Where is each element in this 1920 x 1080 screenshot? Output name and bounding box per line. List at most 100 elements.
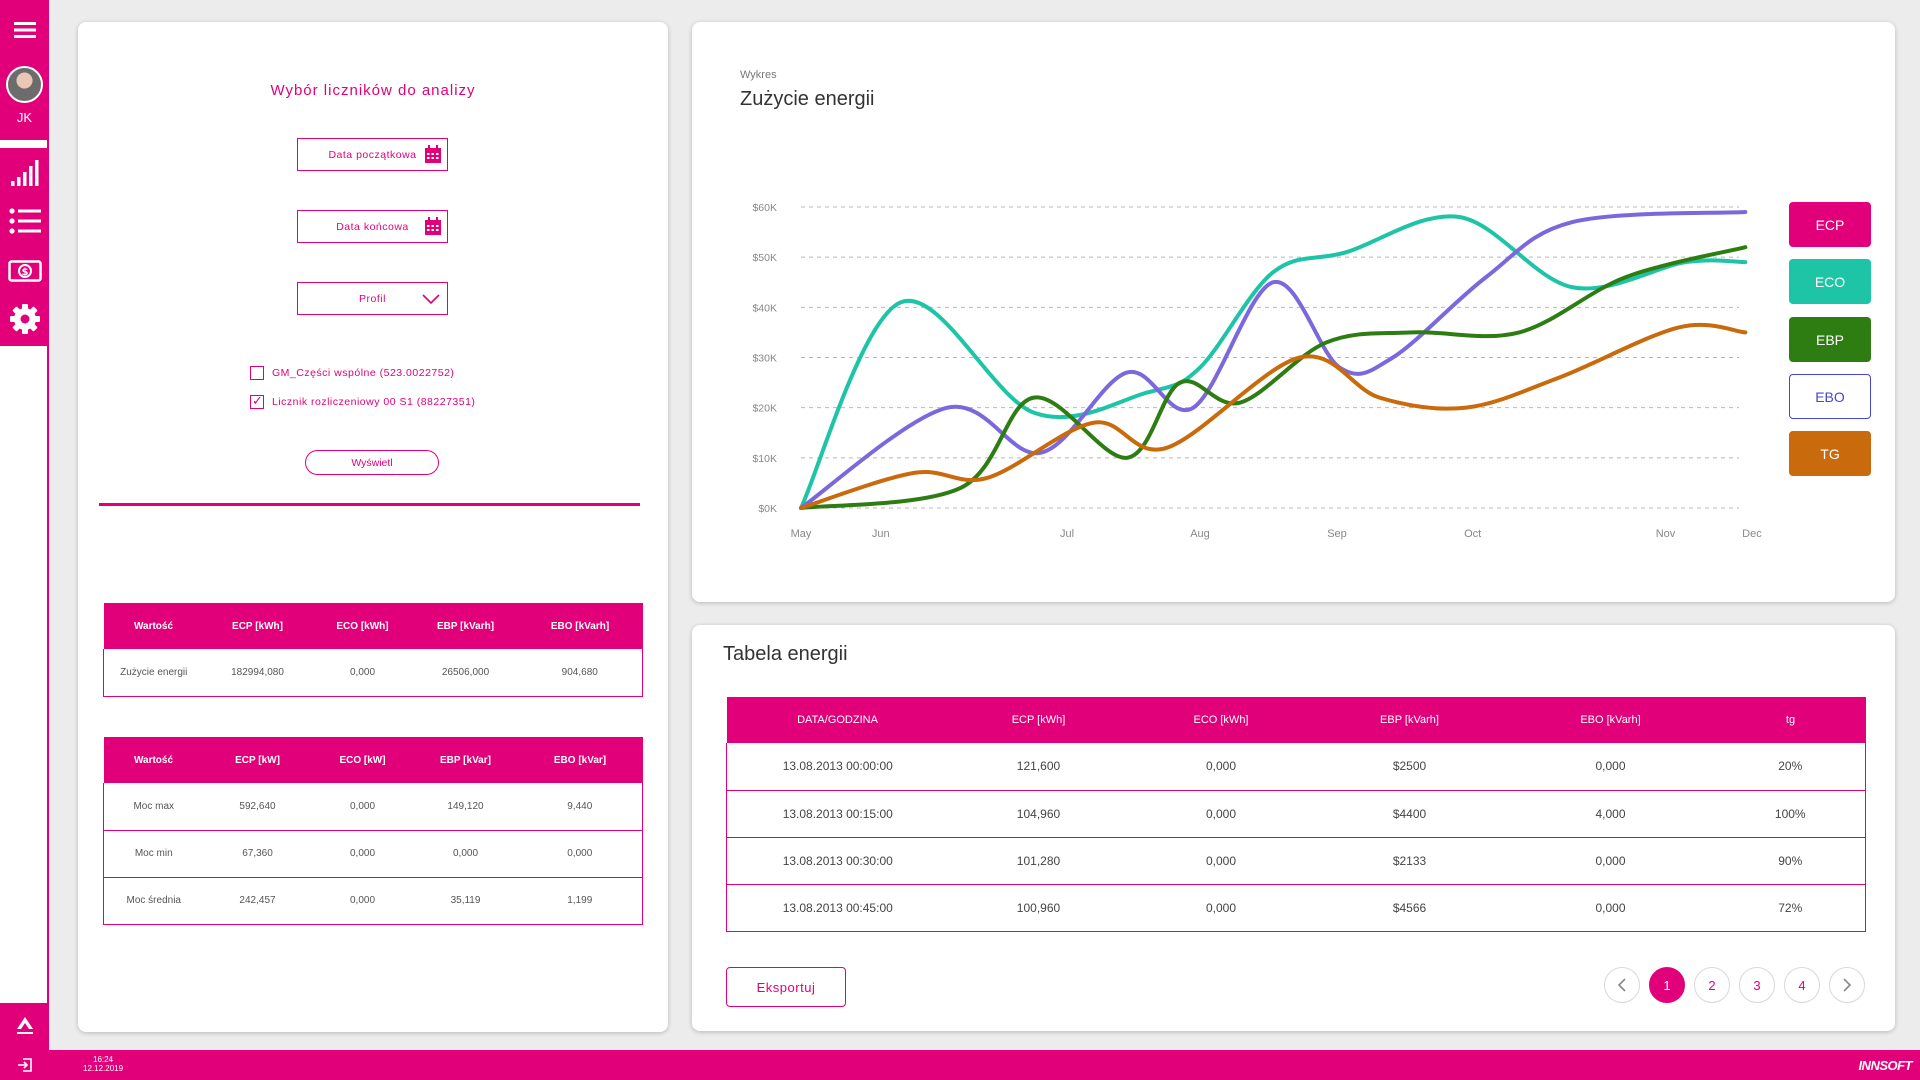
table-header-row: DATA/GODZINA ECP [kWh] ECO [kWh] EBP [kV… (726, 697, 1866, 743)
divider (99, 503, 640, 506)
panel-title: Wybór liczników do analizy (270, 82, 476, 99)
money-icon[interactable]: $ (0, 250, 49, 292)
column-header: ECO [kWh] (1128, 697, 1314, 743)
table-cell: 121,600 (948, 743, 1129, 791)
user-initials: JK (16, 110, 33, 125)
page-button-1[interactable]: 1 (1649, 967, 1685, 1003)
table-cell: 0,000 (517, 830, 643, 878)
meter-option-1[interactable]: GM_Części wspólne (523.0022752) (250, 366, 454, 380)
column-header: ECO [kW] (311, 737, 414, 783)
next-page-button[interactable] (1829, 967, 1865, 1003)
table-cell: 9,440 (517, 783, 643, 831)
y-tick-label: $0K (758, 503, 777, 515)
end-date-placeholder: Data końcowa (336, 220, 409, 233)
list-icon[interactable] (0, 200, 49, 242)
table-cell: 104,960 (948, 790, 1129, 838)
table-cell: 13.08.2013 00:45:00 (726, 884, 949, 932)
clock-time: 16:24 (93, 1055, 114, 1064)
legend-ebp-button[interactable]: EBP (1789, 317, 1871, 362)
column-header: EBO [kVarh] (1505, 697, 1716, 743)
page-button-2[interactable]: 2 (1694, 967, 1730, 1003)
meter-label-1: GM_Części wspólne (523.0022752) (272, 367, 455, 379)
column-header: ECP [kWh] (948, 697, 1129, 743)
show-button[interactable]: Wyświetl (305, 450, 439, 475)
logout-icon[interactable] (17, 1057, 33, 1078)
tauron-logo (0, 1010, 49, 1042)
series-line-4 (799, 322, 1748, 510)
chevron-left-icon (1617, 978, 1626, 992)
start-date-field[interactable]: Data początkowa (297, 138, 448, 171)
meter-option-2[interactable]: Licznik rozliczeniowy 00 S1 (88227351) (250, 393, 476, 409)
profile-select[interactable]: Profil (297, 282, 448, 315)
calendar-icon[interactable] (424, 217, 442, 236)
series-line-3 (799, 245, 1748, 510)
avatar[interactable] (6, 66, 43, 103)
table-cell: 182994,080 (203, 649, 312, 697)
table-cell: 13.08.2013 00:30:00 (726, 837, 949, 885)
legend-eco-button[interactable]: ECO (1789, 259, 1871, 304)
x-tick-label: Aug (1190, 528, 1210, 540)
meter-selection-panel: Wybór liczników do analizy Data początko… (78, 22, 668, 1032)
legend-label: EBO (1815, 388, 1845, 405)
column-header: DATA/GODZINA (726, 697, 949, 743)
table-cell: 72% (1715, 884, 1866, 932)
table-cell: 1,199 (517, 877, 643, 925)
table-row: 13.08.2013 00:30:00 101,280 0,000 $2133 … (726, 837, 1866, 885)
x-tick-label: Dec (1742, 528, 1762, 540)
meter-label-2: Licznik rozliczeniowy 00 S1 (88227351) (272, 396, 476, 408)
table-row: Moc średnia 242,457 0,000 35,119 1,199 (103, 877, 643, 925)
table-cell: 20% (1715, 743, 1866, 791)
x-tick-label: Jun (872, 528, 890, 540)
table-cell: 904,680 (517, 649, 643, 697)
table-cell: 0,000 (1505, 884, 1716, 932)
column-header: ECP [kW] (203, 737, 312, 783)
y-tick-label: $60K (752, 202, 777, 214)
table-row: 13.08.2013 00:45:00 100,960 0,000 $4566 … (726, 884, 1866, 932)
legend-ecp-button[interactable]: ECP (1789, 202, 1871, 247)
table-cell: 0,000 (1505, 743, 1716, 791)
table-row: Moc min 67,360 0,000 0,000 0,000 (103, 830, 643, 878)
svg-text:$: $ (21, 267, 28, 278)
gear-icon[interactable] (0, 298, 49, 340)
column-header: EBP [kVarh] (413, 603, 518, 649)
x-tick-label: Jul (1060, 528, 1074, 540)
energy-table: DATA/GODZINA ECP [kWh] ECO [kWh] EBP [kV… (726, 697, 1866, 932)
menu-icon[interactable] (0, 10, 49, 50)
table-row: 13.08.2013 00:15:00 104,960 0,000 $4400 … (726, 790, 1866, 838)
table-cell: 0,000 (311, 830, 414, 878)
series-line-1 (799, 214, 1748, 510)
bottom-bar: 16:24 12.12.2019 INNSOFT (0, 1050, 1920, 1080)
table-cell: 149,120 (413, 783, 518, 831)
calendar-icon[interactable] (424, 145, 442, 164)
column-header: ECP [kWh] (203, 603, 312, 649)
prev-page-button[interactable] (1604, 967, 1640, 1003)
chevron-down-icon (422, 294, 440, 305)
end-date-field[interactable]: Data końcowa (297, 210, 448, 243)
table-cell: $4400 (1313, 790, 1506, 838)
energy-table-card: Tabela energii DATA/GODZINA ECP [kWh] EC… (692, 625, 1895, 1031)
page-button-3[interactable]: 3 (1739, 967, 1775, 1003)
table-cell: 35,119 (413, 877, 518, 925)
bar-chart-icon[interactable] (0, 150, 49, 196)
meter-checkbox-1[interactable] (250, 366, 264, 380)
y-tick-label: $20K (752, 403, 777, 415)
table-cell: 0,000 (1128, 837, 1314, 885)
table-cell: 0,000 (311, 877, 414, 925)
table-cell: 0,000 (1128, 884, 1314, 932)
meter-checkbox-2[interactable] (250, 393, 264, 409)
column-header: EBP [kVarh] (1313, 697, 1506, 743)
export-button[interactable]: Eksportuj (726, 967, 846, 1007)
start-date-placeholder: Data początkowa (328, 148, 417, 161)
table-cell: 101,280 (948, 837, 1129, 885)
y-tick-label: $30K (752, 353, 777, 365)
page-button-4[interactable]: 4 (1784, 967, 1820, 1003)
column-header: Wartość (103, 603, 204, 649)
legend-label: TG (1820, 445, 1840, 462)
sidebar: JK $ (0, 0, 49, 1050)
legend-ebo-button[interactable]: EBO (1789, 374, 1871, 419)
table-cell: $2133 (1313, 837, 1506, 885)
x-tick-label: Oct (1464, 528, 1481, 540)
x-tick-label: Nov (1656, 528, 1676, 540)
legend-tg-button[interactable]: TG (1789, 431, 1871, 476)
table-cell: 592,640 (203, 783, 312, 831)
